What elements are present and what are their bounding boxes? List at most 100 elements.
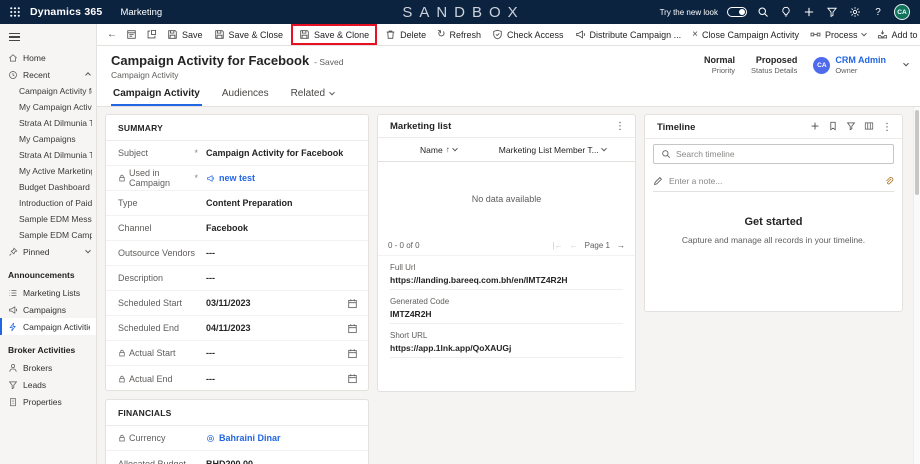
record-link[interactable]: new test xyxy=(219,173,255,183)
sidebar-recent-item[interactable]: Strata At Dilmunia Te... xyxy=(0,115,96,131)
owner-field[interactable]: CA CRM Admin Owner xyxy=(813,55,886,75)
vertical-scrollbar[interactable] xyxy=(913,107,920,464)
calendar-icon[interactable] xyxy=(347,323,358,334)
sidebar-recent-item[interactable]: Campaign Activity fo... xyxy=(0,83,96,99)
subgrid-more-icon[interactable]: ⋮ xyxy=(615,121,625,132)
note-input[interactable] xyxy=(669,176,878,186)
check-access-button[interactable]: Check Access xyxy=(487,25,569,45)
flow-icon xyxy=(810,29,821,40)
sidebar-recent-item[interactable]: Budget Dashboard xyxy=(0,179,96,195)
sidebar-section-broker-activities: Broker Activities xyxy=(0,341,96,359)
save-and-clone-button[interactable]: Save & Clone xyxy=(294,25,374,45)
save-button[interactable]: Save xyxy=(162,25,208,45)
help-icon[interactable]: ? xyxy=(871,5,885,19)
previous-page-icon[interactable]: ← xyxy=(570,241,578,250)
save-and-close-button[interactable]: Save & Close xyxy=(209,25,289,45)
sidebar-recent-item[interactable]: Sample EDM Campai... xyxy=(0,227,96,243)
search-icon[interactable] xyxy=(756,5,770,19)
chevron-up-icon xyxy=(85,72,91,78)
timeline-note-row[interactable] xyxy=(653,170,894,192)
refresh-icon: ↻ xyxy=(437,30,445,40)
sidebar-group-recent[interactable]: Recent xyxy=(0,66,96,83)
panel-title: Timeline xyxy=(657,122,810,133)
timeline-search-box[interactable] xyxy=(653,144,894,164)
sidebar-recent-item[interactable]: My Active Marketing... xyxy=(0,163,96,179)
delete-button[interactable]: Delete xyxy=(380,25,431,45)
chevron-down-icon xyxy=(329,89,335,95)
priority-field[interactable]: Normal Priority xyxy=(704,55,735,75)
sidebar-item-leads[interactable]: Leads xyxy=(0,376,96,393)
timeline-add-icon[interactable] xyxy=(810,121,820,133)
app-title[interactable]: Dynamics 365 xyxy=(30,6,102,18)
timeline-more-icon[interactable]: ⋮ xyxy=(882,122,892,133)
sidebar-item-label: Recent xyxy=(23,70,50,80)
refresh-button[interactable]: ↻ Refresh xyxy=(432,25,486,45)
column-header-member-type[interactable]: Marketing List Member T... xyxy=(499,145,635,155)
account-avatar[interactable]: CA xyxy=(894,4,910,20)
get-started-text: Capture and manage all records in your t… xyxy=(661,235,886,245)
sidebar-item-marketing-lists[interactable]: Marketing Lists xyxy=(0,284,96,301)
distribute-campaign-button[interactable]: Distribute Campaign ... xyxy=(570,25,687,45)
sidebar-item-properties[interactable]: Properties xyxy=(0,393,96,410)
field-channel: Channel Facebook xyxy=(106,216,368,241)
columns-icon[interactable] xyxy=(864,121,874,133)
sidebar-recent-item[interactable]: Introduction of Paid ... xyxy=(0,195,96,211)
filter-icon[interactable] xyxy=(846,121,856,133)
calendar-icon[interactable] xyxy=(347,298,358,309)
tab-audiences[interactable]: Audiences xyxy=(220,83,271,106)
first-page-icon[interactable]: |← xyxy=(553,241,563,250)
sidebar-recent-item[interactable]: Strata At Dilmunia Te... xyxy=(0,147,96,163)
hamburger-menu-icon[interactable] xyxy=(0,28,20,49)
timeline-search-input[interactable] xyxy=(676,149,886,159)
header-expand-chevron-icon[interactable] xyxy=(903,61,909,67)
status-details-field[interactable]: Proposed Status Details xyxy=(751,55,797,75)
next-page-icon[interactable]: → xyxy=(617,241,625,250)
sidebar-item-brokers[interactable]: Brokers xyxy=(0,359,96,376)
sidebar-item-home[interactable]: Home xyxy=(0,49,96,66)
chevron-down-icon xyxy=(85,247,91,253)
calendar-icon xyxy=(347,373,358,384)
field-value[interactable]: Campaign Activity for Facebook xyxy=(206,148,358,158)
scrollbar-thumb[interactable] xyxy=(915,110,919,195)
tab-related[interactable]: Related xyxy=(289,83,336,106)
paperclip-icon[interactable] xyxy=(884,176,894,186)
person-icon xyxy=(8,363,18,373)
panel-title: Marketing list xyxy=(390,121,615,132)
marketing-list-section: Marketing list ⋮ Name ↑ xyxy=(377,114,636,392)
close-campaign-activity-button[interactable]: × Close Campaign Activity xyxy=(687,25,804,45)
settings-gear-icon[interactable] xyxy=(848,5,862,19)
filter-icon[interactable] xyxy=(825,5,839,19)
sidebar-item-campaigns[interactable]: Campaigns xyxy=(0,301,96,318)
sidebar-item-campaign-activities[interactable]: Campaign Activities xyxy=(0,318,96,335)
empty-grid-message: No data available xyxy=(378,162,635,236)
app-launcher-icon[interactable] xyxy=(8,5,22,19)
chevron-down-icon xyxy=(861,30,867,36)
record-header: Campaign Activity for Facebook - Saved C… xyxy=(97,46,920,83)
popout-button[interactable] xyxy=(142,25,161,45)
new-look-label: Try the new look xyxy=(660,8,718,17)
form-selector-button[interactable] xyxy=(122,25,141,45)
back-button[interactable]: ← xyxy=(103,25,121,45)
quick-create-icon[interactable] xyxy=(802,5,816,19)
bookmark-icon[interactable] xyxy=(828,121,838,133)
page-indicator: Page 1 xyxy=(585,241,610,250)
new-look-toggle[interactable] xyxy=(727,7,747,17)
lightbulb-icon[interactable] xyxy=(779,5,793,19)
back-arrow-icon: ← xyxy=(107,30,117,40)
add-to-queue-button[interactable]: Add to Queue xyxy=(872,25,920,45)
area-title[interactable]: Marketing xyxy=(120,7,162,18)
field-scheduled-end: Scheduled End 04/11/2023 xyxy=(106,316,368,341)
sidebar-group-pinned[interactable]: Pinned xyxy=(0,243,96,260)
funnel-icon xyxy=(8,380,18,390)
column-header-name[interactable]: Name ↑ xyxy=(378,145,499,155)
shield-icon xyxy=(492,29,503,40)
pencil-icon xyxy=(653,176,663,186)
process-button[interactable]: Process xyxy=(805,25,871,45)
sidebar-recent-item[interactable]: My Campaigns xyxy=(0,131,96,147)
sidebar-recent-item[interactable]: My Campaign Activit... xyxy=(0,99,96,115)
trash-icon xyxy=(385,29,396,40)
record-link[interactable]: Bahraini Dinar xyxy=(219,433,281,443)
sidebar-recent-item[interactable]: Sample EDM Message xyxy=(0,211,96,227)
tab-campaign-activity[interactable]: Campaign Activity xyxy=(111,83,202,106)
field-currency: Currency Bahraini Dinar xyxy=(106,426,368,451)
